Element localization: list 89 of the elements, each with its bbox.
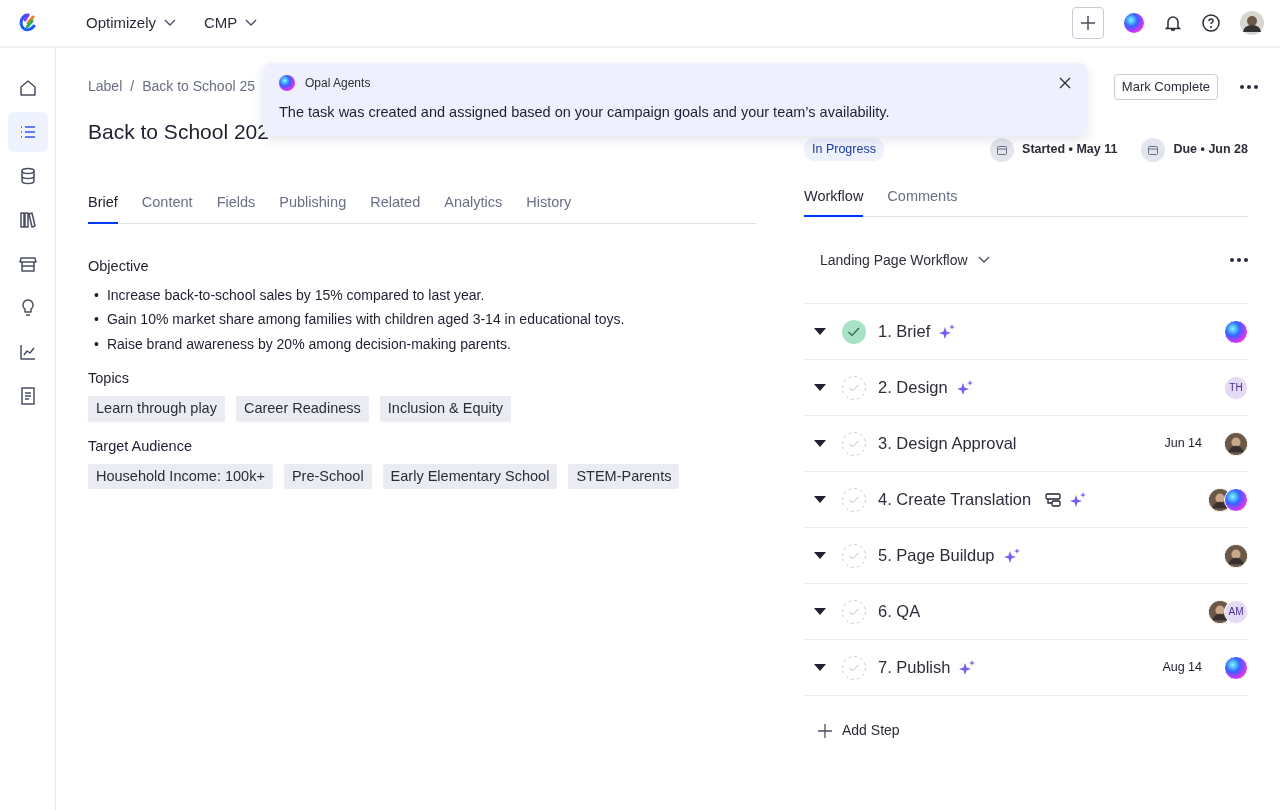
caret-down-icon[interactable] <box>814 664 826 672</box>
more-icon[interactable] <box>1230 258 1248 263</box>
bullet-marker: • <box>94 285 99 305</box>
sidebar-item[interactable] <box>7 112 48 152</box>
ai-agent-avatar <box>1224 655 1248 680</box>
user-avatar <box>1224 543 1248 568</box>
step-checkbox[interactable] <box>842 655 866 680</box>
initials-avatar: AM <box>1224 599 1248 624</box>
breadcrumb-link[interactable]: Label <box>88 76 123 97</box>
step-checkbox[interactable] <box>842 487 866 512</box>
tab[interactable]: Analytics <box>444 192 503 224</box>
status-badge: In Progress <box>804 138 884 161</box>
bell-icon[interactable] <box>1164 14 1182 32</box>
books-icon <box>17 210 38 230</box>
ai-agent-avatar <box>1224 319 1248 344</box>
step-checkbox[interactable] <box>842 431 866 456</box>
breadcrumb-link[interactable]: Back to School 25 <box>142 76 255 97</box>
caret-down-icon[interactable] <box>814 552 826 560</box>
section-heading: Objective <box>88 256 150 276</box>
tag: Career Readiness <box>235 396 369 422</box>
menu-dropdown[interactable]: CMP <box>204 11 258 35</box>
step-checkbox[interactable] <box>842 375 866 400</box>
chevron-down-icon <box>245 19 258 27</box>
plus-icon <box>818 723 832 738</box>
tag: Early Elementary School <box>382 463 558 490</box>
bullet-marker: • <box>94 310 99 330</box>
add-step-button[interactable]: Add Step <box>804 720 914 742</box>
step-title[interactable]: 6. QA <box>878 599 921 625</box>
tab[interactable]: Fields <box>216 192 256 224</box>
initials-avatar: TH <box>1224 375 1248 400</box>
bullet-item: Increase back-to-school sales by 15% compared to last year. <box>106 285 485 305</box>
tab[interactable]: Content <box>141 192 193 224</box>
more-icon[interactable] <box>1240 84 1258 89</box>
bullet-marker: • <box>94 334 99 354</box>
ai-agent-avatar <box>1224 487 1248 512</box>
chevron-down-icon <box>164 19 176 27</box>
help-icon[interactable] <box>1202 14 1220 32</box>
step-title[interactable]: 7. Publish <box>878 655 951 681</box>
home-icon <box>17 78 38 98</box>
tab[interactable]: Publishing <box>279 192 347 224</box>
opal-orb-icon[interactable] <box>1124 13 1144 33</box>
caret-down-icon[interactable] <box>814 608 826 616</box>
toast-message: The task was created and assigned based on your campaign goals and your team’s availability. <box>279 103 891 122</box>
workflow-dropdown[interactable]: Landing Page Workflow <box>804 249 1006 271</box>
opal-orb-icon <box>279 75 295 91</box>
due-date: Jun 14 <box>1164 435 1202 453</box>
caret-down-icon[interactable] <box>814 328 826 336</box>
tab[interactable]: History <box>526 192 572 224</box>
tab[interactable]: Brief <box>88 192 118 224</box>
step-checkbox[interactable] <box>842 543 866 568</box>
tag: Learn through play <box>88 396 225 422</box>
mark-complete-button[interactable]: Mark Complete <box>1113 74 1218 100</box>
caret-down-icon[interactable] <box>814 496 826 504</box>
step-title[interactable]: 4. Create Translation <box>878 487 1032 513</box>
step-title[interactable]: 1. Brief <box>878 319 931 345</box>
section-heading: Target Audience <box>88 436 193 456</box>
calendar-icon <box>1141 137 1166 162</box>
chevron-down-icon <box>977 256 990 265</box>
tab[interactable]: Related <box>370 192 421 224</box>
user-avatar <box>1224 431 1248 456</box>
tag: Pre-School <box>283 463 372 490</box>
step-title[interactable]: 3. Design Approval <box>878 431 1017 457</box>
add-button[interactable] <box>1072 7 1104 39</box>
bullet-item: Gain 10% market share among families with children aged 3-14 in educational toys. <box>106 310 625 330</box>
completed-check-icon[interactable] <box>842 319 866 344</box>
breadcrumb-separator: / <box>130 77 135 96</box>
tag: STEM-Parents <box>568 463 680 490</box>
step-title[interactable]: 5. Page Buildup <box>878 543 995 569</box>
bullet-item: Raise brand awareness by 20% among decision-making parents. <box>106 334 511 354</box>
date-label: Due • Jun 28 <box>1173 141 1248 159</box>
menu-dropdown[interactable]: Optimizely <box>86 11 176 35</box>
date-label: Started • May 11 <box>1022 141 1118 159</box>
tag: Inclusion & Equity <box>379 396 512 422</box>
toast-title: Opal Agents <box>305 75 371 92</box>
section-heading: Topics <box>88 369 131 389</box>
store-icon <box>17 254 38 274</box>
close-button[interactable] <box>1059 77 1071 89</box>
due-date: Aug 14 <box>1162 659 1202 677</box>
step-title[interactable]: 2. Design <box>878 375 948 401</box>
plus-icon <box>1080 15 1096 31</box>
caret-down-icon[interactable] <box>814 440 826 448</box>
user-avatar[interactable] <box>1240 11 1264 35</box>
tab[interactable]: Workflow <box>804 185 864 218</box>
tag: Household Income: 100k+ <box>88 463 273 490</box>
chart-icon <box>17 342 38 362</box>
caret-down-icon[interactable] <box>814 384 826 392</box>
tab[interactable]: Comments <box>887 185 958 218</box>
calendar-icon <box>990 137 1015 162</box>
step-checkbox[interactable] <box>842 599 866 624</box>
